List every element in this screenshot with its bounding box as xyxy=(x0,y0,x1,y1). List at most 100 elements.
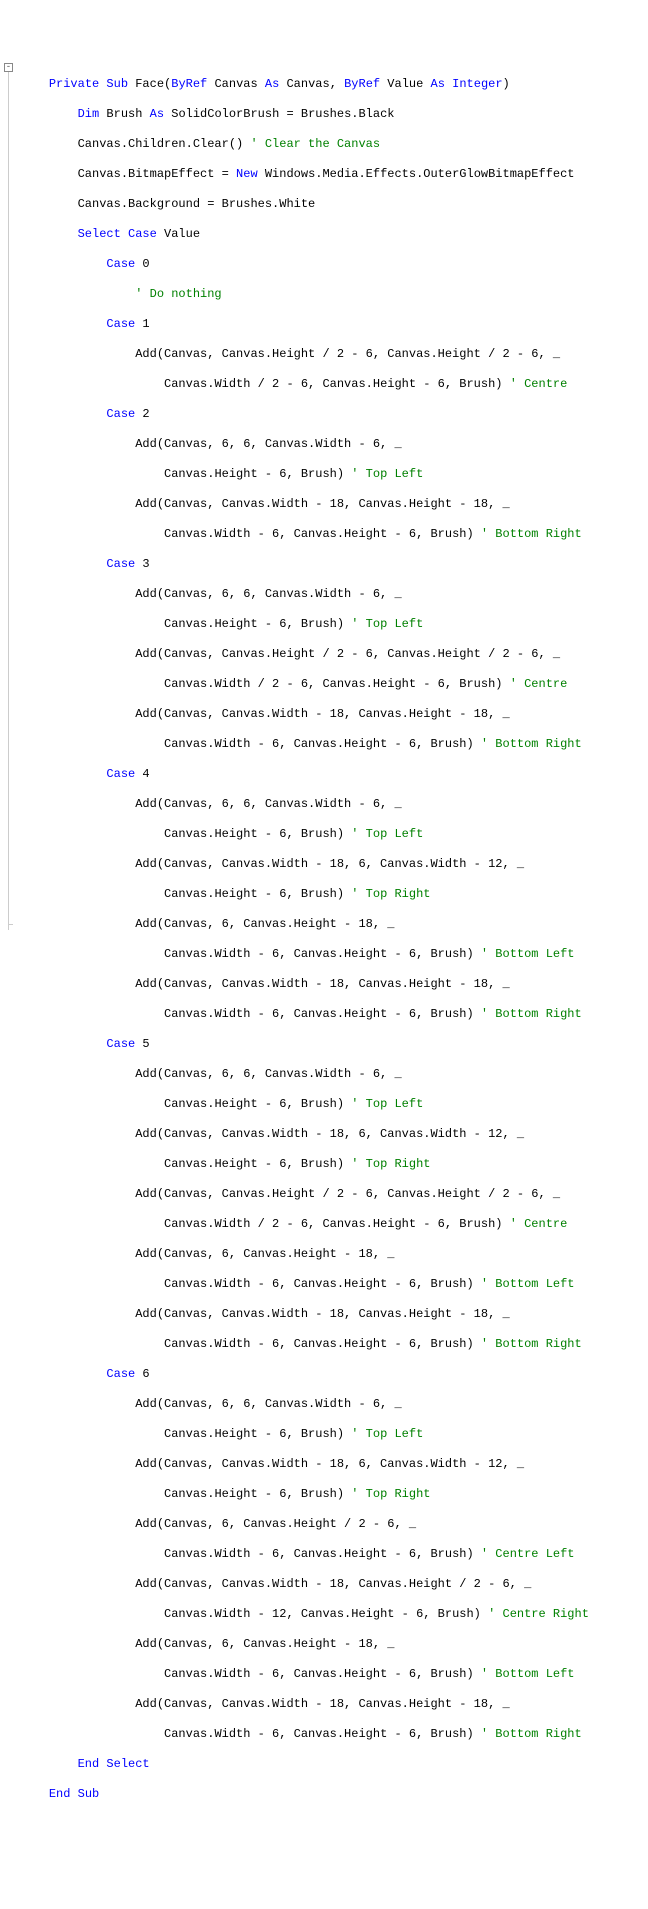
comment: ' Top Left xyxy=(351,827,423,841)
comment: ' Bottom Left xyxy=(481,1277,575,1291)
comment: ' Centre xyxy=(510,377,568,391)
code-text: Add(Canvas, Canvas.Width - 18, 6, Canvas… xyxy=(135,1127,524,1141)
code-text: Add(Canvas, Canvas.Width - 18, Canvas.He… xyxy=(135,977,509,991)
code-line[interactable]: Canvas.Width - 6, Canvas.Height - 6, Bru… xyxy=(20,1277,589,1292)
code-line[interactable]: Canvas.Width - 6, Canvas.Height - 6, Bru… xyxy=(20,1727,589,1742)
code-text: Canvas.Height - 6, Brush) xyxy=(164,887,351,901)
code-line[interactable]: Canvas.Height - 6, Brush) ' Top Left xyxy=(20,827,589,842)
code-text: Add(Canvas, Canvas.Width - 18, Canvas.He… xyxy=(135,497,509,511)
code-text: Canvas.Width - 6, Canvas.Height - 6, Bru… xyxy=(164,947,481,961)
code-line[interactable]: Canvas.Width / 2 - 6, Canvas.Height - 6,… xyxy=(20,377,589,392)
code-line[interactable]: Private Sub Face(ByRef Canvas As Canvas,… xyxy=(20,77,589,92)
code-text: Canvas.Width - 6, Canvas.Height - 6, Bru… xyxy=(164,1727,481,1741)
code-line[interactable]: Add(Canvas, 6, 6, Canvas.Width - 6, _ xyxy=(20,437,589,452)
code-text: Add(Canvas, 6, Canvas.Height / 2 - 6, _ xyxy=(135,1517,416,1531)
code-line[interactable]: Add(Canvas, Canvas.Height / 2 - 6, Canva… xyxy=(20,647,589,662)
keyword: Case xyxy=(106,1037,135,1051)
code-line[interactable]: Add(Canvas, Canvas.Width - 18, Canvas.He… xyxy=(20,1577,589,1592)
code-line[interactable]: Canvas.Height - 6, Brush) ' Top Right xyxy=(20,1157,589,1172)
code-line[interactable]: Case 3 xyxy=(20,557,589,572)
code-line[interactable]: Add(Canvas, Canvas.Width - 18, 6, Canvas… xyxy=(20,1457,589,1472)
code-text: ) xyxy=(503,77,510,91)
comment: ' Bottom Right xyxy=(481,1007,582,1021)
code-line[interactable]: Add(Canvas, 6, Canvas.Height / 2 - 6, _ xyxy=(20,1517,589,1532)
comment: ' Bottom Right xyxy=(481,1337,582,1351)
code-line[interactable]: Add(Canvas, Canvas.Width - 18, Canvas.He… xyxy=(20,977,589,992)
code-text: Add(Canvas, 6, 6, Canvas.Width - 6, _ xyxy=(135,1397,401,1411)
keyword: Case xyxy=(106,1367,135,1381)
code-line[interactable]: Add(Canvas, Canvas.Width - 18, Canvas.He… xyxy=(20,707,589,722)
keyword: Case xyxy=(106,767,135,781)
code-line[interactable]: Add(Canvas, 6, 6, Canvas.Width - 6, _ xyxy=(20,1067,589,1082)
code-line[interactable]: Canvas.BitmapEffect = New Windows.Media.… xyxy=(20,167,589,182)
code-line[interactable]: Canvas.Width - 6, Canvas.Height - 6, Bru… xyxy=(20,1007,589,1022)
code-text: Canvas.Height - 6, Brush) xyxy=(164,1157,351,1171)
code-line[interactable]: End Select xyxy=(20,1757,589,1772)
code-line[interactable]: End Sub xyxy=(20,1787,589,1802)
code-text: Canvas.Height - 6, Brush) xyxy=(164,1097,351,1111)
code-line[interactable]: Dim Brush As SolidColorBrush = Brushes.B… xyxy=(20,107,589,122)
code-line[interactable]: Canvas.Width / 2 - 6, Canvas.Height - 6,… xyxy=(20,1217,589,1232)
code-line[interactable]: Add(Canvas, Canvas.Height / 2 - 6, Canva… xyxy=(20,347,589,362)
code-body[interactable]: Private Sub Face(ByRef Canvas As Canvas,… xyxy=(18,60,589,1834)
code-line[interactable]: Canvas.Children.Clear() ' Clear the Canv… xyxy=(20,137,589,152)
code-line[interactable]: Add(Canvas, 6, Canvas.Height - 18, _ xyxy=(20,1247,589,1262)
code-line[interactable]: Canvas.Width - 12, Canvas.Height - 6, Br… xyxy=(20,1607,589,1622)
code-line[interactable]: Canvas.Background = Brushes.White xyxy=(20,197,589,212)
code-text: Add(Canvas, Canvas.Width - 18, Canvas.He… xyxy=(135,1577,531,1591)
code-text: 4 xyxy=(135,767,149,781)
code-line[interactable]: Add(Canvas, 6, 6, Canvas.Width - 6, _ xyxy=(20,587,589,602)
code-line[interactable]: Canvas.Width - 6, Canvas.Height - 6, Bru… xyxy=(20,1667,589,1682)
code-text: Add(Canvas, Canvas.Height / 2 - 6, Canva… xyxy=(135,1187,560,1201)
code-line[interactable]: Add(Canvas, Canvas.Width - 18, Canvas.He… xyxy=(20,1697,589,1712)
code-line[interactable]: Canvas.Width - 6, Canvas.Height - 6, Bru… xyxy=(20,527,589,542)
comment: ' Top Right xyxy=(351,1487,430,1501)
code-text: Add(Canvas, 6, Canvas.Height - 18, _ xyxy=(135,1637,394,1651)
code-line[interactable]: Case 0 xyxy=(20,257,589,272)
code-line[interactable]: Add(Canvas, Canvas.Width - 18, 6, Canvas… xyxy=(20,857,589,872)
code-line[interactable]: Canvas.Width / 2 - 6, Canvas.Height - 6,… xyxy=(20,677,589,692)
comment: ' Centre xyxy=(510,677,568,691)
comment: ' Top Right xyxy=(351,887,430,901)
code-line[interactable]: Add(Canvas, Canvas.Width - 18, Canvas.He… xyxy=(20,1307,589,1322)
code-line[interactable]: Canvas.Height - 6, Brush) ' Top Left xyxy=(20,1097,589,1112)
code-line[interactable]: Add(Canvas, 6, Canvas.Height - 18, _ xyxy=(20,917,589,932)
code-editor[interactable]: - Private Sub Face(ByRef Canvas As Canva… xyxy=(0,60,648,1834)
code-text: 3 xyxy=(135,557,149,571)
comment: ' Bottom Left xyxy=(481,947,575,961)
code-text: Canvas.Height - 6, Brush) xyxy=(164,1487,351,1501)
collapse-box-icon[interactable]: - xyxy=(4,63,13,72)
code-line[interactable]: Add(Canvas, Canvas.Width - 18, 6, Canvas… xyxy=(20,1127,589,1142)
code-line[interactable]: Canvas.Width - 6, Canvas.Height - 6, Bru… xyxy=(20,737,589,752)
code-line[interactable]: Canvas.Height - 6, Brush) ' Top Left xyxy=(20,617,589,632)
outline-line xyxy=(8,72,9,930)
code-line[interactable]: Select Case Value xyxy=(20,227,589,242)
code-line[interactable]: Canvas.Height - 6, Brush) ' Top Right xyxy=(20,1487,589,1502)
code-line[interactable]: Case 1 xyxy=(20,317,589,332)
code-line[interactable]: ' Do nothing xyxy=(20,287,589,302)
code-line[interactable]: Case 6 xyxy=(20,1367,589,1382)
code-line[interactable]: Canvas.Width - 6, Canvas.Height - 6, Bru… xyxy=(20,947,589,962)
comment: ' Top Left xyxy=(351,1097,423,1111)
code-line[interactable]: Add(Canvas, Canvas.Height / 2 - 6, Canva… xyxy=(20,1187,589,1202)
code-line[interactable]: Case 2 xyxy=(20,407,589,422)
code-line[interactable]: Add(Canvas, 6, Canvas.Height - 18, _ xyxy=(20,1637,589,1652)
code-line[interactable]: Canvas.Height - 6, Brush) ' Top Left xyxy=(20,1427,589,1442)
code-line[interactable]: Canvas.Height - 6, Brush) ' Top Left xyxy=(20,467,589,482)
code-text: Canvas.Width / 2 - 6, Canvas.Height - 6,… xyxy=(164,677,510,691)
code-text: Canvas.Width - 6, Canvas.Height - 6, Bru… xyxy=(164,1007,481,1021)
code-line[interactable]: Canvas.Height - 6, Brush) ' Top Right xyxy=(20,887,589,902)
code-line[interactable]: Add(Canvas, 6, 6, Canvas.Width - 6, _ xyxy=(20,797,589,812)
collapse-end-icon xyxy=(8,920,13,925)
code-line[interactable]: Case 4 xyxy=(20,767,589,782)
code-line[interactable]: Case 5 xyxy=(20,1037,589,1052)
code-text: Add(Canvas, Canvas.Width - 18, Canvas.He… xyxy=(135,1307,509,1321)
code-line[interactable]: Canvas.Width - 6, Canvas.Height - 6, Bru… xyxy=(20,1337,589,1352)
code-line[interactable]: Canvas.Width - 6, Canvas.Height - 6, Bru… xyxy=(20,1547,589,1562)
code-line[interactable]: Add(Canvas, 6, 6, Canvas.Width - 6, _ xyxy=(20,1397,589,1412)
code-text: Add(Canvas, 6, 6, Canvas.Width - 6, _ xyxy=(135,797,401,811)
code-line[interactable]: Add(Canvas, Canvas.Width - 18, Canvas.He… xyxy=(20,497,589,512)
code-text: SolidColorBrush = Brushes.Black xyxy=(164,107,394,121)
code-text: Canvas.Width - 6, Canvas.Height - 6, Bru… xyxy=(164,1337,481,1351)
code-text: 6 xyxy=(135,1367,149,1381)
